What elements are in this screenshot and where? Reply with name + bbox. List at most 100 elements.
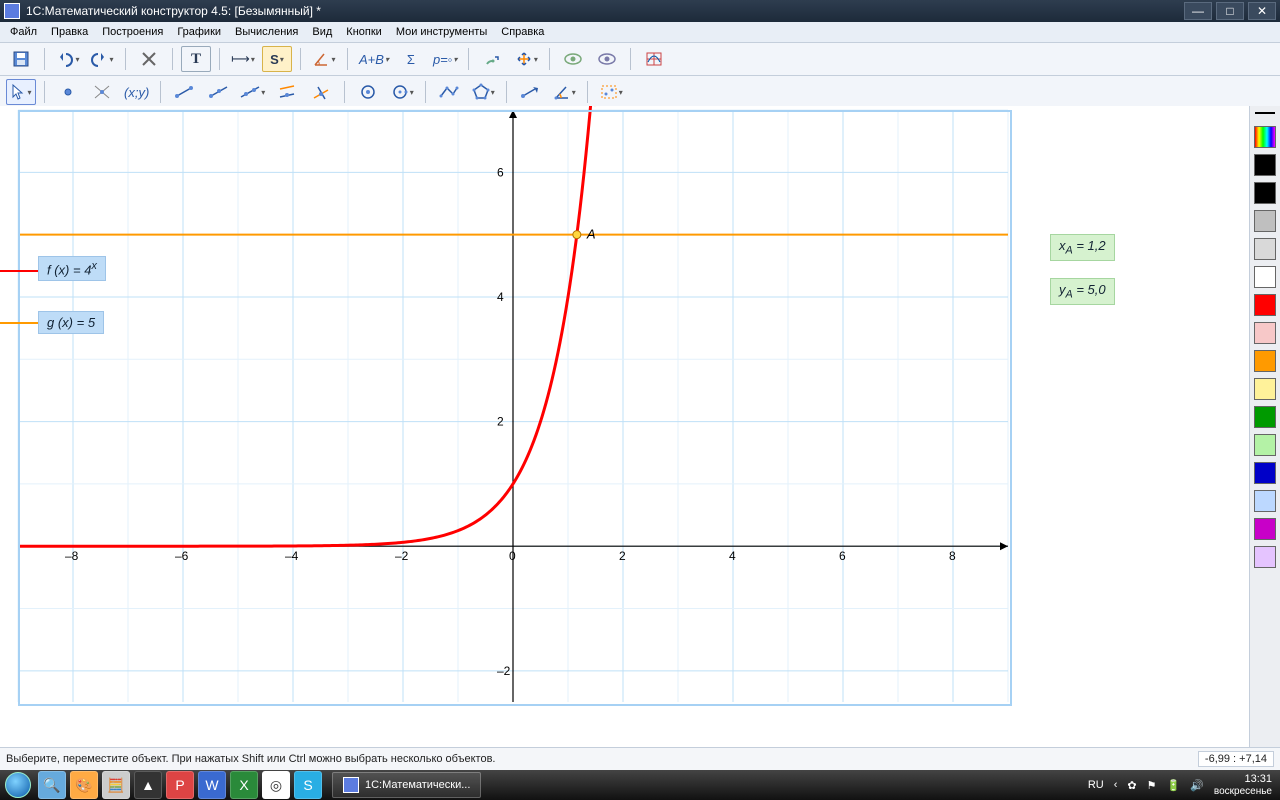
tray-chevron-icon[interactable]: ‹ [1114, 779, 1118, 791]
menu-Файл[interactable]: Файл [4, 24, 43, 40]
delete-button[interactable] [134, 46, 164, 72]
tray-icon-2[interactable]: ⚑ [1147, 779, 1157, 792]
close-button[interactable]: ✕ [1248, 2, 1276, 20]
save-button[interactable] [6, 46, 36, 72]
menu-Вычисления[interactable]: Вычисления [229, 24, 304, 40]
color-swatch[interactable] [1254, 490, 1276, 512]
menu-Кнопки[interactable]: Кнопки [340, 24, 388, 40]
color-swatch[interactable] [1254, 266, 1276, 288]
minimize-button[interactable]: ― [1184, 2, 1212, 20]
polyline-button[interactable] [434, 79, 464, 105]
color-palette [1249, 106, 1280, 748]
color-swatch[interactable] [1254, 322, 1276, 344]
menu-Мои инструменты[interactable]: Мои инструменты [390, 24, 493, 40]
measure-segment-button[interactable]: ⟼▾ [228, 46, 258, 72]
trace-step-button[interactable] [477, 46, 507, 72]
color-swatch[interactable] [1254, 378, 1276, 400]
taskbar-icon-3[interactable]: 🧮 [102, 771, 130, 799]
color-swatch[interactable] [1254, 518, 1276, 540]
point-button[interactable] [53, 79, 83, 105]
undo-button[interactable]: ▾ [53, 46, 83, 72]
segment-button[interactable] [169, 79, 199, 105]
start-button[interactable] [0, 770, 36, 800]
taskbar-icon-7[interactable]: X [230, 771, 258, 799]
color-swatch[interactable] [1254, 294, 1276, 316]
color-swatch[interactable] [1254, 154, 1276, 176]
menu-Графики[interactable]: Графики [171, 24, 227, 40]
transform-button[interactable]: ▾ [511, 46, 541, 72]
line-button[interactable]: ▾ [237, 79, 268, 105]
toolbar-main: ▾ ▾ T ⟼▾ S▾ ▾ A+B▾ Σ p=◦▾ ▾ [0, 43, 1280, 76]
g-text: g (x) = 5 [47, 315, 95, 330]
tray-icon-3[interactable]: 🔋 [1166, 779, 1180, 792]
color-swatch[interactable] [1254, 350, 1276, 372]
f-label[interactable]: f (x) = 4x [38, 256, 106, 281]
angle-arc-button[interactable]: ▾ [549, 79, 579, 105]
taskbar-app-button[interactable]: 1С:Математически... [332, 772, 481, 798]
hide-button[interactable] [558, 46, 588, 72]
taskbar-icon-1[interactable]: 🔍 [38, 771, 66, 799]
menu-Построения[interactable]: Построения [96, 24, 169, 40]
intersection-button[interactable] [87, 79, 117, 105]
taskbar-icon-4[interactable]: ▲ [134, 771, 162, 799]
angle-button[interactable]: ▾ [309, 46, 339, 72]
ray-button[interactable] [203, 79, 233, 105]
window-titlebar: 1С:Математический конструктор 4.5: [Безы… [0, 0, 1280, 22]
taskbar-icon-6[interactable]: W [198, 771, 226, 799]
coord-point-button[interactable]: (x;y) [121, 79, 152, 105]
tray-icon-1[interactable]: ✿ [1127, 779, 1136, 792]
polygon-button[interactable]: ▾ [468, 79, 498, 105]
graph-axes-button[interactable] [639, 46, 669, 72]
ya-info[interactable]: yA = 5,0 [1050, 278, 1115, 305]
plot-frame [18, 110, 1012, 706]
plot-canvas[interactable]: –8–6–4–202468–2246A f (x) = 4x g (x) = 5… [0, 106, 1249, 748]
menu-Правка[interactable]: Правка [45, 24, 94, 40]
taskbar-icon-9[interactable]: S [294, 771, 322, 799]
color-swatch[interactable] [1254, 434, 1276, 456]
color-swatch[interactable] [1254, 210, 1276, 232]
menu-Вид[interactable]: Вид [306, 24, 338, 40]
expression-button[interactable]: A+B▾ [356, 46, 392, 72]
perpendicular-button[interactable] [306, 79, 336, 105]
g-label[interactable]: g (x) = 5 [38, 311, 104, 334]
menu-Справка[interactable]: Справка [495, 24, 550, 40]
color-swatch[interactable] [1254, 546, 1276, 568]
taskbar-icon-5[interactable]: P [166, 771, 194, 799]
color-swatch[interactable] [1254, 462, 1276, 484]
status-coords: -6,99 : +7,14 [1198, 751, 1274, 767]
taskbar-icon-2[interactable]: 🎨 [70, 771, 98, 799]
pointer-button[interactable]: ▾ [6, 79, 36, 105]
xa-info[interactable]: xA = 1,2 [1050, 234, 1115, 261]
f-legend-line [0, 270, 38, 272]
g-legend-line [0, 322, 38, 324]
window-title: 1С:Математический конструктор 4.5: [Безы… [26, 4, 321, 18]
lang-indicator[interactable]: RU [1088, 779, 1104, 791]
sum-button[interactable]: Σ [396, 46, 426, 72]
line-style-swatch[interactable] [1255, 112, 1275, 114]
parameter-button[interactable]: p=◦▾ [430, 46, 460, 72]
parallel-button[interactable] [272, 79, 302, 105]
selection-rect-button[interactable]: ▾ [596, 79, 626, 105]
app-icon [4, 3, 20, 19]
f-exponent: x [91, 260, 96, 272]
circle-center-button[interactable] [353, 79, 383, 105]
redo-button[interactable]: ▾ [87, 46, 117, 72]
vector-button[interactable] [515, 79, 545, 105]
multi-swatch[interactable] [1254, 126, 1276, 148]
color-swatch[interactable] [1254, 406, 1276, 428]
color-swatch[interactable] [1254, 182, 1276, 204]
taskbar-icon-8[interactable]: ◎ [262, 771, 290, 799]
maximize-button[interactable]: □ [1216, 2, 1244, 20]
text-button[interactable]: T [181, 46, 211, 72]
show-button[interactable] [592, 46, 622, 72]
f-text: f (x) = 4 [47, 262, 91, 277]
tray-clock[interactable]: 13:31 воскресенье [1214, 773, 1272, 796]
statusbar: Выберите, переместите объект. При нажаты… [0, 747, 1280, 770]
menubar: ФайлПравкаПостроенияГрафикиВычисленияВид… [0, 22, 1280, 43]
color-swatch[interactable] [1254, 238, 1276, 260]
taskbar: 🔍 🎨 🧮 ▲ P W X ◎ S 1С:Математически... RU… [0, 770, 1280, 800]
circle-2pt-button[interactable]: ▾ [387, 79, 417, 105]
tray-icon-4[interactable]: 🔊 [1190, 779, 1204, 792]
area-button[interactable]: S▾ [262, 46, 292, 72]
status-hint: Выберите, переместите объект. При нажаты… [6, 753, 495, 765]
